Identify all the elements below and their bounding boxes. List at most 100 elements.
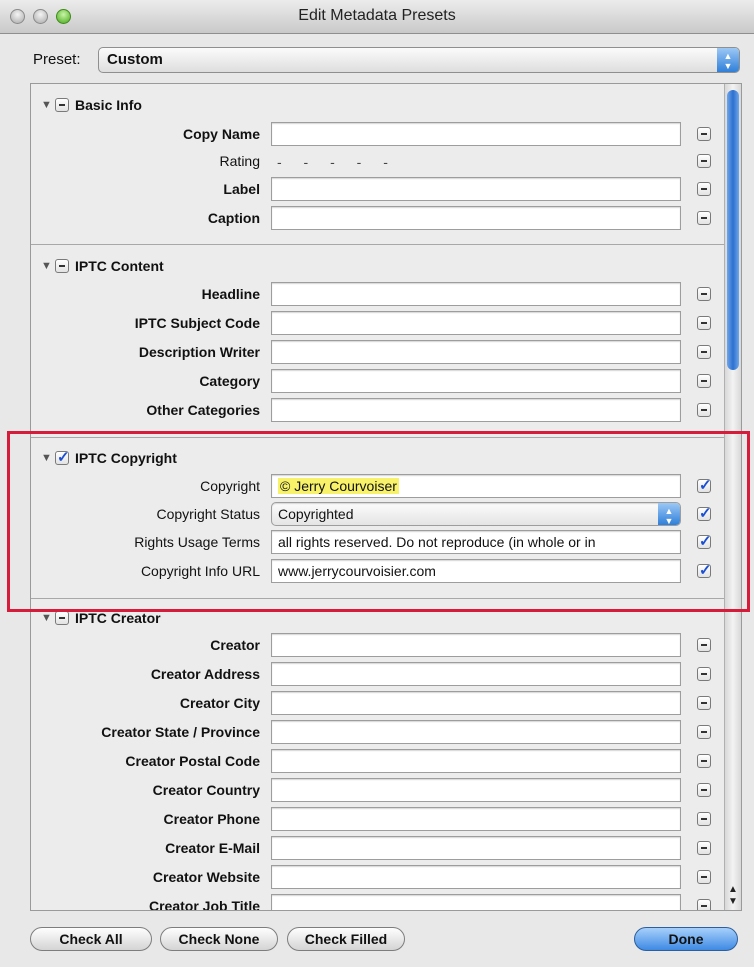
check-filled-button[interactable]: Check Filled xyxy=(287,927,405,951)
disclosure-triangle-icon[interactable]: ▼ xyxy=(41,612,55,624)
row-checkbox[interactable] xyxy=(697,841,711,855)
field-row-creator-website: Creator Website xyxy=(31,864,725,890)
row-checkbox[interactable] xyxy=(697,316,711,330)
creator-state-province-input[interactable] xyxy=(271,720,681,744)
row-checkbox[interactable] xyxy=(697,211,711,225)
section-checkbox-iptc-copyright[interactable] xyxy=(55,448,70,466)
creator-email-input[interactable] xyxy=(271,836,681,860)
window-title: Edit Metadata Presets xyxy=(298,7,456,24)
row-checkbox[interactable] xyxy=(697,154,711,168)
field-label: Headline xyxy=(201,286,260,302)
creator-country-input[interactable] xyxy=(271,778,681,802)
label-input[interactable] xyxy=(271,177,681,201)
headline-input[interactable] xyxy=(271,282,681,306)
row-checkbox[interactable] xyxy=(697,638,711,652)
copyright-input[interactable]: © Jerry Courvoiser xyxy=(271,474,681,498)
done-button[interactable]: Done xyxy=(634,927,738,951)
section-title: IPTC Creator xyxy=(75,610,161,626)
row-checkbox[interactable] xyxy=(697,812,711,826)
copyright-value: © Jerry Courvoiser xyxy=(278,478,399,494)
field-row-creator-email: Creator E-Mail xyxy=(31,835,725,861)
row-checkbox[interactable] xyxy=(697,532,712,550)
field-row-iptc-subject-code: IPTC Subject Code xyxy=(31,310,725,336)
row-checkbox[interactable] xyxy=(697,182,711,196)
field-row-headline: Headline xyxy=(31,281,725,307)
disclosure-triangle-icon[interactable]: ▼ xyxy=(41,260,55,272)
section-checkbox-iptc-content[interactable] xyxy=(55,259,69,273)
rating-stars[interactable]: - - - - - xyxy=(277,154,397,170)
field-label: Copyright xyxy=(200,478,260,494)
row-checkbox[interactable] xyxy=(697,870,711,884)
field-label: Creator Job Title xyxy=(149,898,260,911)
caption-input[interactable] xyxy=(271,206,681,230)
field-label: Creator Postal Code xyxy=(125,753,260,769)
field-row-creator-phone: Creator Phone xyxy=(31,806,725,832)
disclosure-triangle-icon[interactable]: ▼ xyxy=(41,99,55,111)
row-checkbox[interactable] xyxy=(697,696,711,710)
row-checkbox[interactable] xyxy=(697,403,711,417)
row-checkbox[interactable] xyxy=(697,899,711,910)
creator-input[interactable] xyxy=(271,633,681,657)
section-header-iptc-creator[interactable]: ▼ IPTC Creator xyxy=(41,608,161,628)
section-header-iptc-content[interactable]: ▼ IPTC Content xyxy=(41,256,164,276)
creator-phone-input[interactable] xyxy=(271,807,681,831)
field-row-creator-postal-code: Creator Postal Code xyxy=(31,748,725,774)
copyright-info-url-input[interactable]: www.jerrycourvoisier.com xyxy=(271,559,681,583)
copyright-status-value: Copyrighted xyxy=(278,506,354,522)
title-bar: Edit Metadata Presets xyxy=(0,0,754,34)
section-checkbox-iptc-creator[interactable] xyxy=(55,611,69,625)
preset-select[interactable]: Custom ▲ ▼ xyxy=(98,47,740,73)
category-input[interactable] xyxy=(271,369,681,393)
row-checkbox[interactable] xyxy=(697,345,711,359)
preset-select-value: Custom xyxy=(107,51,163,68)
section-checkbox-basic-info[interactable] xyxy=(55,98,69,112)
row-checkbox[interactable] xyxy=(697,374,711,388)
field-row-label: Label xyxy=(31,176,725,202)
section-divider xyxy=(31,437,725,438)
field-label: Creator Address xyxy=(150,666,260,682)
scroll-arrows-icon[interactable]: ▲ ▼ xyxy=(726,884,740,908)
creator-job-title-input[interactable] xyxy=(271,894,681,910)
row-checkbox[interactable] xyxy=(697,783,711,797)
field-row-creator-state-province: Creator State / Province xyxy=(31,719,725,745)
row-checkbox[interactable] xyxy=(697,754,711,768)
field-label: Creator Phone xyxy=(163,811,260,827)
description-writer-input[interactable] xyxy=(271,340,681,364)
field-label: Creator City xyxy=(179,695,260,711)
select-arrows-icon: ▲ ▼ xyxy=(658,503,680,525)
creator-address-input[interactable] xyxy=(271,662,681,686)
other-categories-input[interactable] xyxy=(271,398,681,422)
field-label: Description Writer xyxy=(138,344,260,360)
field-row-description-writer: Description Writer xyxy=(31,339,725,365)
field-row-creator-address: Creator Address xyxy=(31,661,725,687)
row-checkbox[interactable] xyxy=(697,127,711,141)
field-row-rating: Rating - - - - - xyxy=(31,148,725,174)
field-label: Rights Usage Terms xyxy=(134,534,260,550)
check-none-button[interactable]: Check None xyxy=(160,927,278,951)
check-all-button[interactable]: Check All xyxy=(30,927,152,951)
row-checkbox[interactable] xyxy=(697,725,711,739)
section-title: IPTC Content xyxy=(75,258,164,274)
row-checkbox[interactable] xyxy=(697,504,712,522)
iptc-subject-code-input[interactable] xyxy=(271,311,681,335)
preset-label: Preset: xyxy=(33,51,81,68)
disclosure-triangle-icon[interactable]: ▼ xyxy=(41,452,55,464)
field-row-copy-name: Copy Name xyxy=(31,121,725,147)
scrollbar-thumb[interactable] xyxy=(727,90,739,370)
row-checkbox[interactable] xyxy=(697,667,711,681)
section-header-basic-info[interactable]: ▼ Basic Info xyxy=(41,95,142,115)
row-checkbox[interactable] xyxy=(697,561,712,579)
creator-postal-code-input[interactable] xyxy=(271,749,681,773)
vertical-scrollbar[interactable]: ▲ ▼ xyxy=(724,84,741,910)
copyright-status-select[interactable]: Copyrighted ▲ ▼ xyxy=(271,502,681,526)
field-row-creator: Creator xyxy=(31,632,725,658)
section-divider xyxy=(31,598,725,599)
row-checkbox[interactable] xyxy=(697,287,711,301)
copy-name-input[interactable] xyxy=(271,122,681,146)
section-header-iptc-copyright[interactable]: ▼ IPTC Copyright xyxy=(41,448,177,468)
creator-website-input[interactable] xyxy=(271,865,681,889)
metadata-panel[interactable]: ▼ Basic Info Copy Name Rating - - - - - … xyxy=(30,83,742,911)
row-checkbox[interactable] xyxy=(697,476,712,494)
rights-usage-terms-input[interactable]: all rights reserved. Do not reproduce (i… xyxy=(271,530,681,554)
creator-city-input[interactable] xyxy=(271,691,681,715)
